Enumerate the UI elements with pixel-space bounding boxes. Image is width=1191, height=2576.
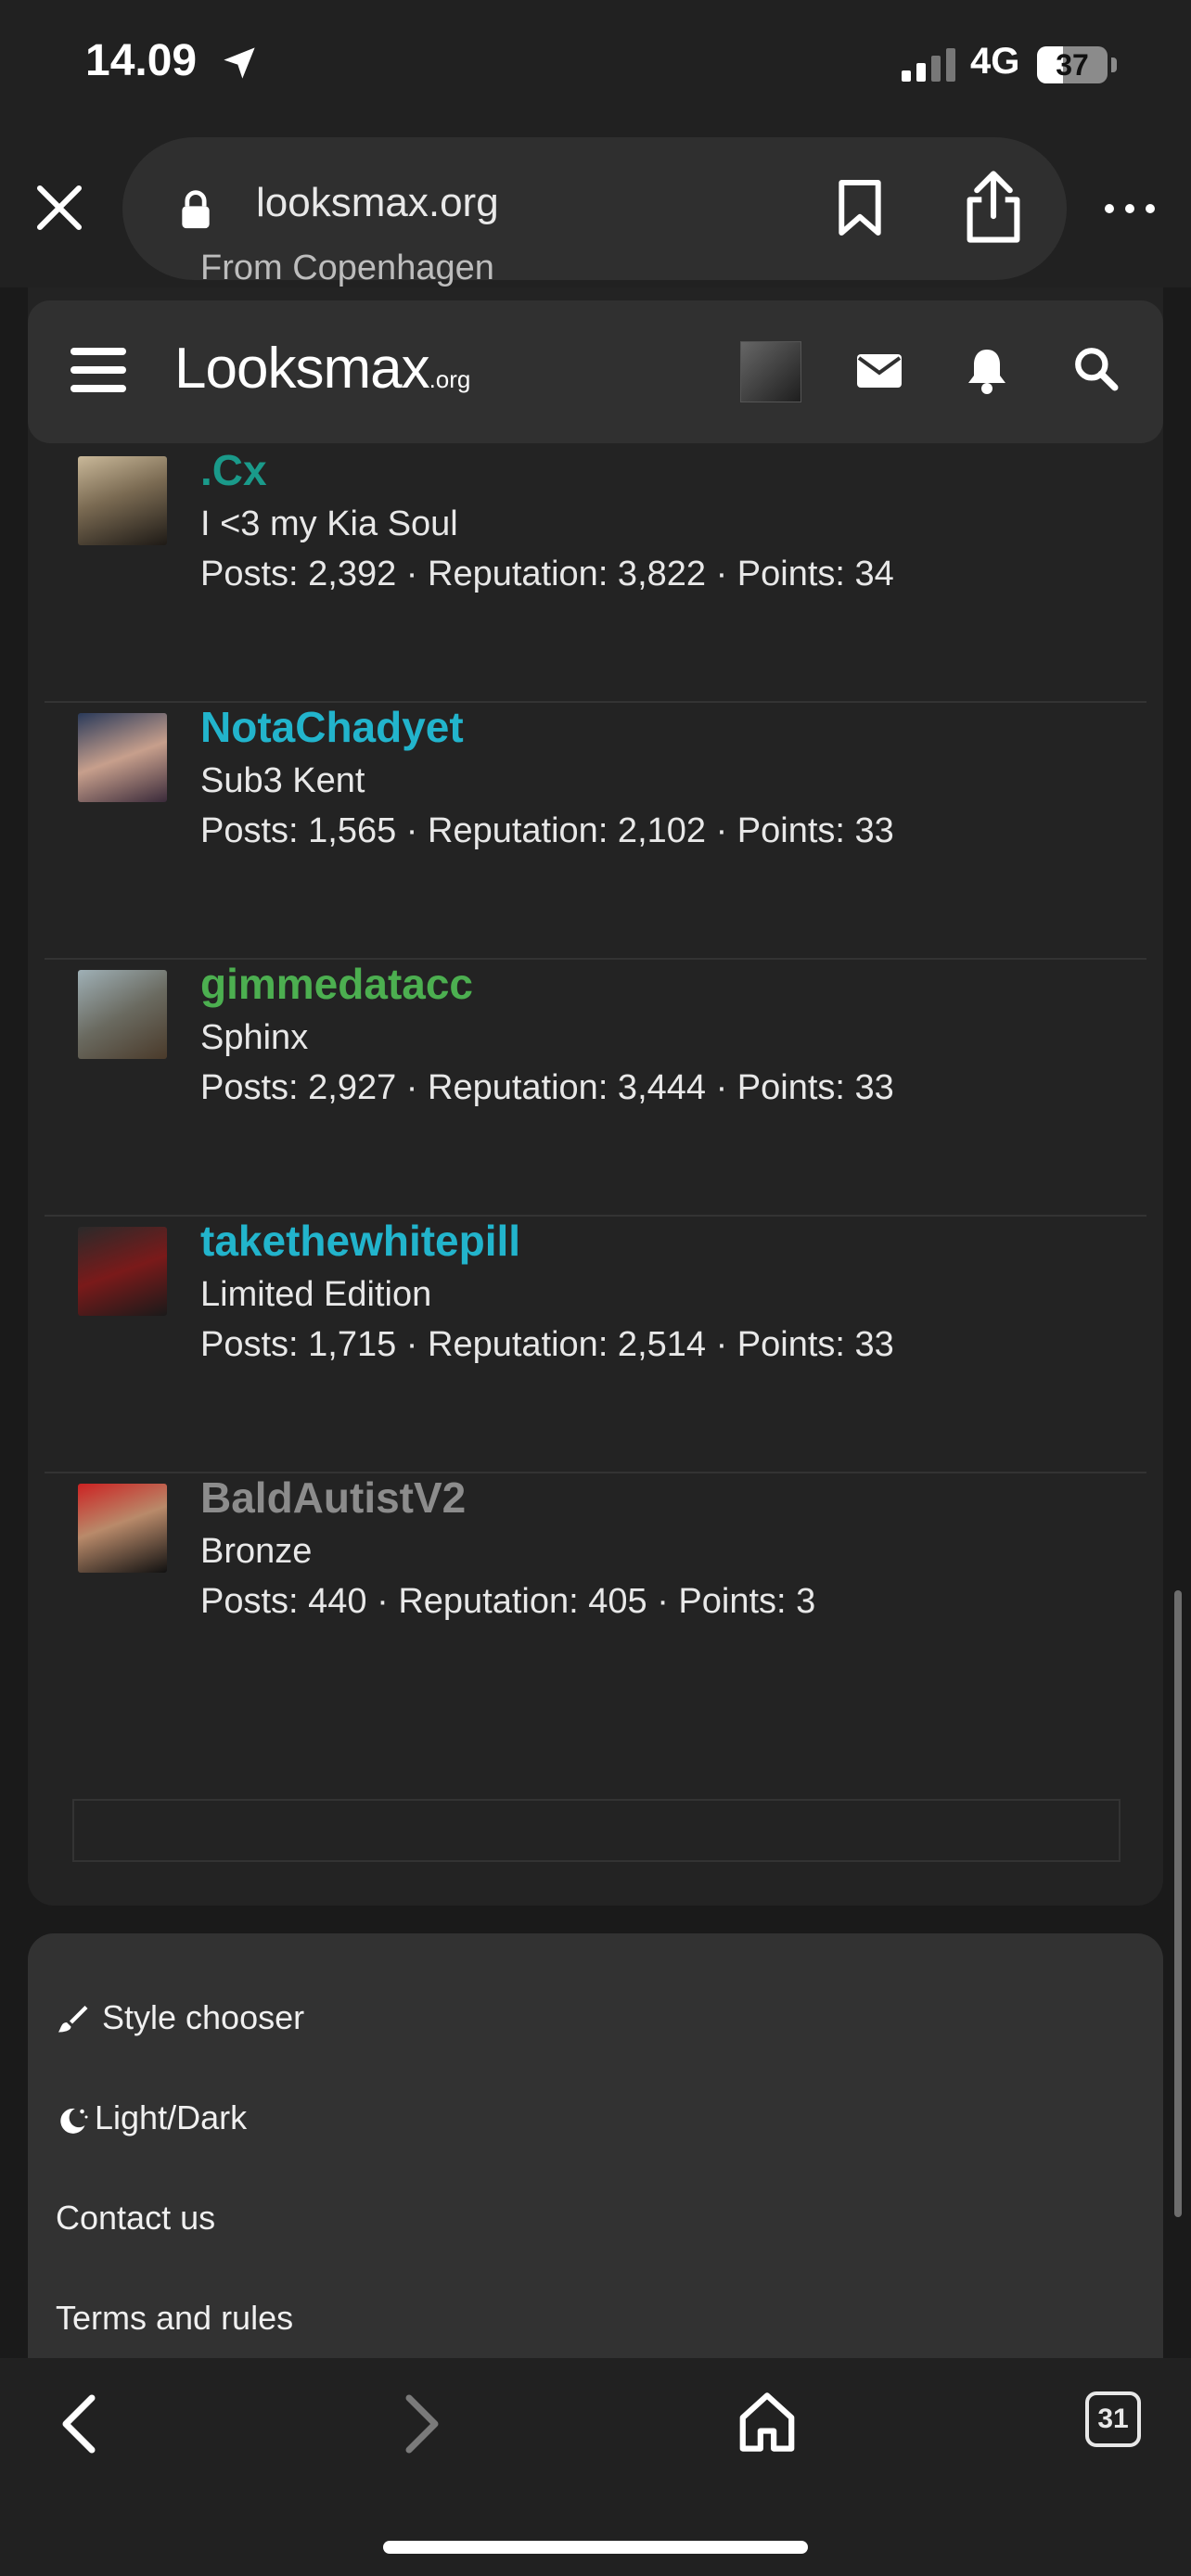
terms-link[interactable]: Terms and rules xyxy=(56,2299,293,2338)
battery-icon: 37 xyxy=(1037,46,1108,83)
site-navbar: Looksmax.org xyxy=(28,300,1163,443)
member-stats: Posts: 440 · Reputation: 405 · Points: 3 xyxy=(200,1582,816,1621)
member-row[interactable]: BaldAutistV2 Bronze Posts: 440 · Reputat… xyxy=(45,1473,1146,1728)
member-title: Bronze xyxy=(200,1532,313,1571)
bell-icon[interactable] xyxy=(965,345,1009,395)
avatar[interactable] xyxy=(78,713,167,802)
empty-placeholder-box xyxy=(72,1799,1121,1862)
back-arrow-icon[interactable] xyxy=(56,2391,102,2456)
url-text: looksmax.org xyxy=(256,180,499,225)
hamburger-menu-icon[interactable] xyxy=(70,345,126,395)
member-title: Limited Edition xyxy=(200,1275,432,1314)
avatar[interactable] xyxy=(78,456,167,545)
home-icon[interactable] xyxy=(738,2390,796,2455)
signal-icon xyxy=(902,48,955,82)
more-options-icon[interactable] xyxy=(1102,195,1158,223)
light-dark-toggle[interactable]: Light/Dark xyxy=(56,2098,247,2137)
member-row[interactable]: NotaChadyet Sub3 Kent Posts: 1,565 · Rep… xyxy=(45,702,1146,960)
member-name[interactable]: takethewhitepill xyxy=(200,1216,520,1266)
style-chooser-label: Style chooser xyxy=(102,1998,305,2036)
mail-icon[interactable] xyxy=(857,354,902,388)
browser-address-bar: looksmax.org xyxy=(0,130,1191,287)
site-logo[interactable]: Looksmax.org xyxy=(174,336,470,402)
paintbrush-icon xyxy=(58,2006,88,2033)
battery-percent: 37 xyxy=(1056,48,1089,82)
avatar[interactable] xyxy=(78,1484,167,1573)
home-indicator[interactable] xyxy=(383,2541,808,2554)
tabs-count-button[interactable]: 31 xyxy=(1085,2391,1141,2447)
location-arrow-icon xyxy=(224,47,255,79)
member-title: I <3 my Kia Soul xyxy=(200,504,458,543)
moon-stars-icon xyxy=(60,2109,88,2135)
user-avatar[interactable] xyxy=(740,341,801,402)
contact-us-link[interactable]: Contact us xyxy=(56,2199,215,2238)
network-type: 4G xyxy=(970,41,1020,82)
status-bar: 14.09 4G 37 xyxy=(0,0,1191,130)
search-icon[interactable] xyxy=(1072,345,1119,391)
member-name[interactable]: NotaChadyet xyxy=(200,702,464,752)
scrolled-text: From Copenhagen xyxy=(200,249,494,287)
member-row[interactable]: .Cx I <3 my Kia Soul Posts: 2,392 · Repu… xyxy=(45,445,1146,703)
member-name[interactable]: gimmedatacc xyxy=(200,959,473,1009)
member-stats: Posts: 1,715 · Reputation: 2,514 · Point… xyxy=(200,1325,894,1364)
member-stats: Posts: 2,392 · Reputation: 3,822 · Point… xyxy=(200,555,894,593)
member-row[interactable]: takethewhitepill Limited Edition Posts: … xyxy=(45,1216,1146,1473)
footer-menu: Style chooser Light/Dark Contact us Term… xyxy=(28,1933,1163,2360)
lock-icon xyxy=(182,190,210,229)
member-row[interactable]: gimmedatacc Sphinx Posts: 2,927 · Reputa… xyxy=(45,959,1146,1217)
member-title: Sphinx xyxy=(200,1018,309,1057)
scrollbar[interactable] xyxy=(1174,1590,1182,2217)
member-stats: Posts: 2,927 · Reputation: 3,444 · Point… xyxy=(200,1068,894,1107)
style-chooser-link[interactable]: Style chooser xyxy=(56,1998,304,2037)
light-dark-label: Light/Dark xyxy=(95,2098,248,2136)
battery-tip xyxy=(1111,57,1117,72)
bookmark-icon[interactable] xyxy=(837,178,883,237)
status-time: 14.09 xyxy=(85,36,198,85)
member-stats: Posts: 1,565 · Reputation: 2,102 · Point… xyxy=(200,811,894,850)
avatar[interactable] xyxy=(78,1227,167,1316)
member-title: Sub3 Kent xyxy=(200,761,365,800)
member-name[interactable]: BaldAutistV2 xyxy=(200,1473,466,1523)
logo-main: Looksmax xyxy=(174,337,430,401)
member-name[interactable]: .Cx xyxy=(200,445,267,495)
avatar[interactable] xyxy=(78,970,167,1059)
share-icon[interactable] xyxy=(963,169,1024,245)
forward-arrow-icon[interactable] xyxy=(399,2391,445,2456)
logo-suffix: .org xyxy=(429,365,471,393)
close-icon[interactable] xyxy=(33,182,85,234)
